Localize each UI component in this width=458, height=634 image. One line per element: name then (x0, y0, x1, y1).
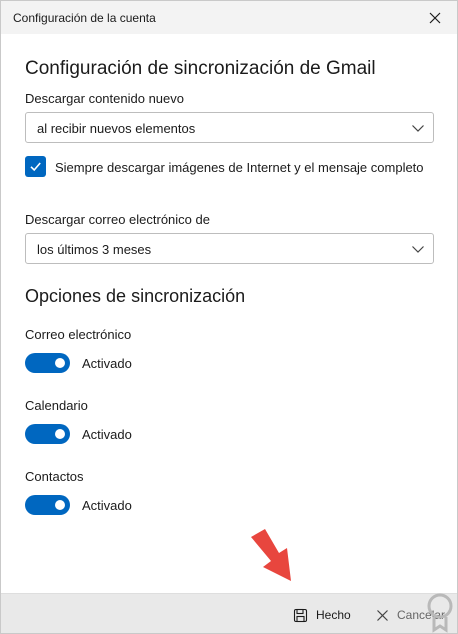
sync-email-toggle[interactable] (25, 353, 70, 373)
account-settings-window: Configuración de la cuenta Configuración… (0, 0, 458, 634)
always-download-images-checkbox[interactable] (25, 156, 46, 177)
sync-calendar-toggle[interactable] (25, 424, 70, 444)
download-email-from-select[interactable]: los últimos 3 meses (25, 233, 434, 264)
always-download-images-label: Siempre descargar imágenes de Internet y… (55, 160, 424, 175)
close-icon (377, 609, 388, 621)
done-label: Hecho (316, 608, 351, 622)
download-content-label: Descargar contenido nuevo (25, 91, 184, 106)
settings-content: Configuración de sincronización de Gmail… (1, 34, 457, 593)
sync-calendar-state: Activado (82, 427, 132, 442)
title-bar: Configuración de la cuenta (1, 1, 457, 34)
sync-email-state: Activado (82, 356, 132, 371)
sync-options-heading: Opciones de sincronización (25, 286, 246, 306)
save-icon (293, 608, 308, 622)
sync-contacts-state: Activado (82, 498, 132, 513)
done-button[interactable]: Hecho (293, 604, 351, 626)
close-icon (429, 12, 441, 24)
red-arrow-annotation (251, 529, 291, 581)
sync-email-label: Correo electrónico (25, 327, 132, 342)
download-content-value: al recibir nuevos elementos (37, 121, 196, 136)
toggle-knob (55, 429, 65, 439)
toggle-knob (55, 500, 65, 510)
sync-contacts-label: Contactos (25, 469, 84, 484)
download-content-select[interactable]: al recibir nuevos elementos (25, 112, 434, 143)
logo-watermark (427, 593, 453, 633)
sync-calendar-label: Calendario (25, 398, 88, 413)
chevron-down-icon (412, 125, 424, 132)
chevron-down-icon (412, 246, 424, 253)
sync-contacts-toggle[interactable] (25, 495, 70, 515)
download-email-from-label: Descargar correo electrónico de (25, 212, 210, 227)
toggle-knob (55, 358, 65, 368)
check-icon (30, 162, 41, 172)
dialog-footer: Hecho Cancelar (1, 593, 457, 633)
gmail-sync-heading: Configuración de sincronización de Gmail (25, 58, 376, 79)
close-button[interactable] (421, 5, 449, 31)
window-title: Configuración de la cuenta (13, 11, 156, 25)
download-email-from-value: los últimos 3 meses (37, 242, 152, 257)
